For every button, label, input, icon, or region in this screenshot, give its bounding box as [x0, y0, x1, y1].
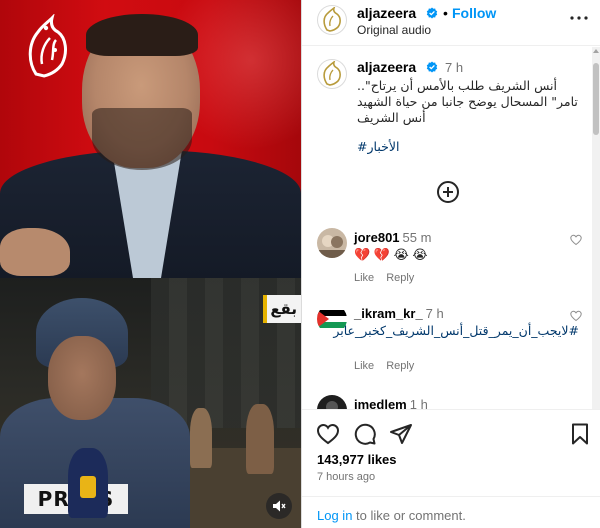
comment-timestamp[interactable]: 55 m — [403, 230, 432, 245]
comment-icon[interactable] — [353, 422, 377, 446]
video-caption-fragment: بقع — [263, 295, 301, 323]
comment-text: 💔 💔 😭 😭 — [354, 247, 428, 262]
background-person — [190, 408, 212, 468]
scrollbar-thumb[interactable] — [593, 63, 599, 135]
login-link[interactable]: Log in — [317, 508, 352, 523]
header-separator: • — [443, 5, 448, 21]
post-action-bar — [302, 409, 600, 453]
comment-hashtag-link[interactable]: #لايجب_أن_يمر_قتل_أنس_الشريف_كخبر_عابر — [333, 322, 579, 339]
likes-count[interactable]: 143,977 likes — [317, 452, 397, 467]
avatar[interactable] — [317, 59, 347, 89]
reporter-face — [48, 336, 116, 420]
caption-username[interactable]: aljazeera — [357, 59, 416, 75]
login-prompt-text: Log in to like or comment. — [317, 508, 466, 523]
login-prompt-rest: to like or comment. — [352, 508, 466, 523]
heart-icon[interactable] — [316, 422, 340, 446]
comment-username-text[interactable]: _ikram_kr_ — [354, 306, 423, 321]
avatar[interactable] — [317, 228, 347, 258]
aljazeera-logo-icon — [323, 61, 341, 86]
comment-username[interactable]: jore801 55 m — [354, 230, 431, 245]
avatar[interactable] — [317, 5, 347, 35]
anchor-beard — [92, 108, 192, 170]
scroll-up-arrow[interactable] — [593, 49, 599, 53]
post-header: aljazeera • Follow Original audio — [302, 0, 600, 46]
heart-icon[interactable] — [570, 310, 582, 322]
verified-badge-icon — [426, 7, 438, 19]
comments-scrollbar[interactable] — [592, 47, 600, 409]
aljazeera-logo-watermark — [28, 14, 67, 78]
comment-reply-button[interactable]: Reply — [386, 360, 414, 372]
aljazeera-logo-icon — [323, 7, 341, 32]
background-person — [246, 404, 274, 474]
post-author-username[interactable]: aljazeera — [357, 5, 416, 21]
verified-badge-icon — [426, 61, 438, 73]
caption-hashtag-link[interactable]: #الأخبار — [357, 139, 399, 154]
comment-like-button[interactable]: Like — [354, 360, 374, 372]
share-icon[interactable] — [389, 422, 413, 446]
anchor-hand — [0, 228, 70, 276]
comment-username-text[interactable]: jore801 — [354, 230, 400, 245]
comment-timestamp[interactable]: 1 h — [410, 397, 428, 409]
video-frame-reporter: بقع PRESS — [0, 278, 301, 528]
caption-text: أنس الشريف طلب بالأمس أن يرتاح".. تامر" … — [357, 78, 578, 125]
anchor-hair — [86, 14, 198, 56]
caption-timestamp[interactable]: 7 h — [445, 60, 463, 75]
heart-icon[interactable] — [570, 234, 582, 246]
comment-item: imedlem 1 h — [302, 395, 592, 409]
mute-button[interactable] — [266, 493, 292, 519]
audio-label[interactable]: Original audio — [357, 23, 431, 37]
comments-list[interactable]: aljazeera 7 h أنس الشريف طلب بالأمس أن ي… — [302, 47, 600, 409]
comment-item: jore801 55 m 💔 💔 😭 😭 Like Reply — [302, 228, 592, 308]
post-video[interactable]: بقع PRESS — [0, 0, 301, 528]
comment-like-button[interactable]: Like — [354, 272, 374, 284]
avatar[interactable] — [317, 395, 347, 409]
plus-circle-icon[interactable] — [436, 180, 460, 204]
video-frame-anchor — [0, 0, 301, 278]
bookmark-icon[interactable] — [568, 422, 592, 446]
comment-actions: Like Reply — [354, 360, 426, 372]
follow-button[interactable]: Follow — [452, 5, 496, 21]
post-timestamp[interactable]: 7 hours ago — [317, 471, 375, 483]
comment-reply-button[interactable]: Reply — [386, 272, 414, 284]
comment-actions: Like Reply — [354, 272, 426, 284]
speaker-muted-icon — [273, 500, 286, 512]
comment-timestamp[interactable]: 7 h — [426, 306, 444, 321]
post-side-panel: aljazeera • Follow Original audio aljaze… — [301, 0, 600, 528]
more-options-icon[interactable] — [568, 10, 590, 26]
user-avatar-image — [317, 228, 347, 258]
user-avatar-image — [317, 395, 347, 409]
comment-username-text[interactable]: imedlem — [354, 397, 407, 409]
microphone — [68, 448, 108, 518]
comment-username[interactable]: imedlem 1 h — [354, 397, 428, 409]
comment-item: _ikram_kr_ 7 h #لايجب_أن_يمر_قتل_أنس_الشر… — [302, 304, 592, 384]
login-prompt: Log in to like or comment. — [302, 496, 600, 528]
comment-username[interactable]: _ikram_kr_ 7 h — [354, 306, 444, 321]
